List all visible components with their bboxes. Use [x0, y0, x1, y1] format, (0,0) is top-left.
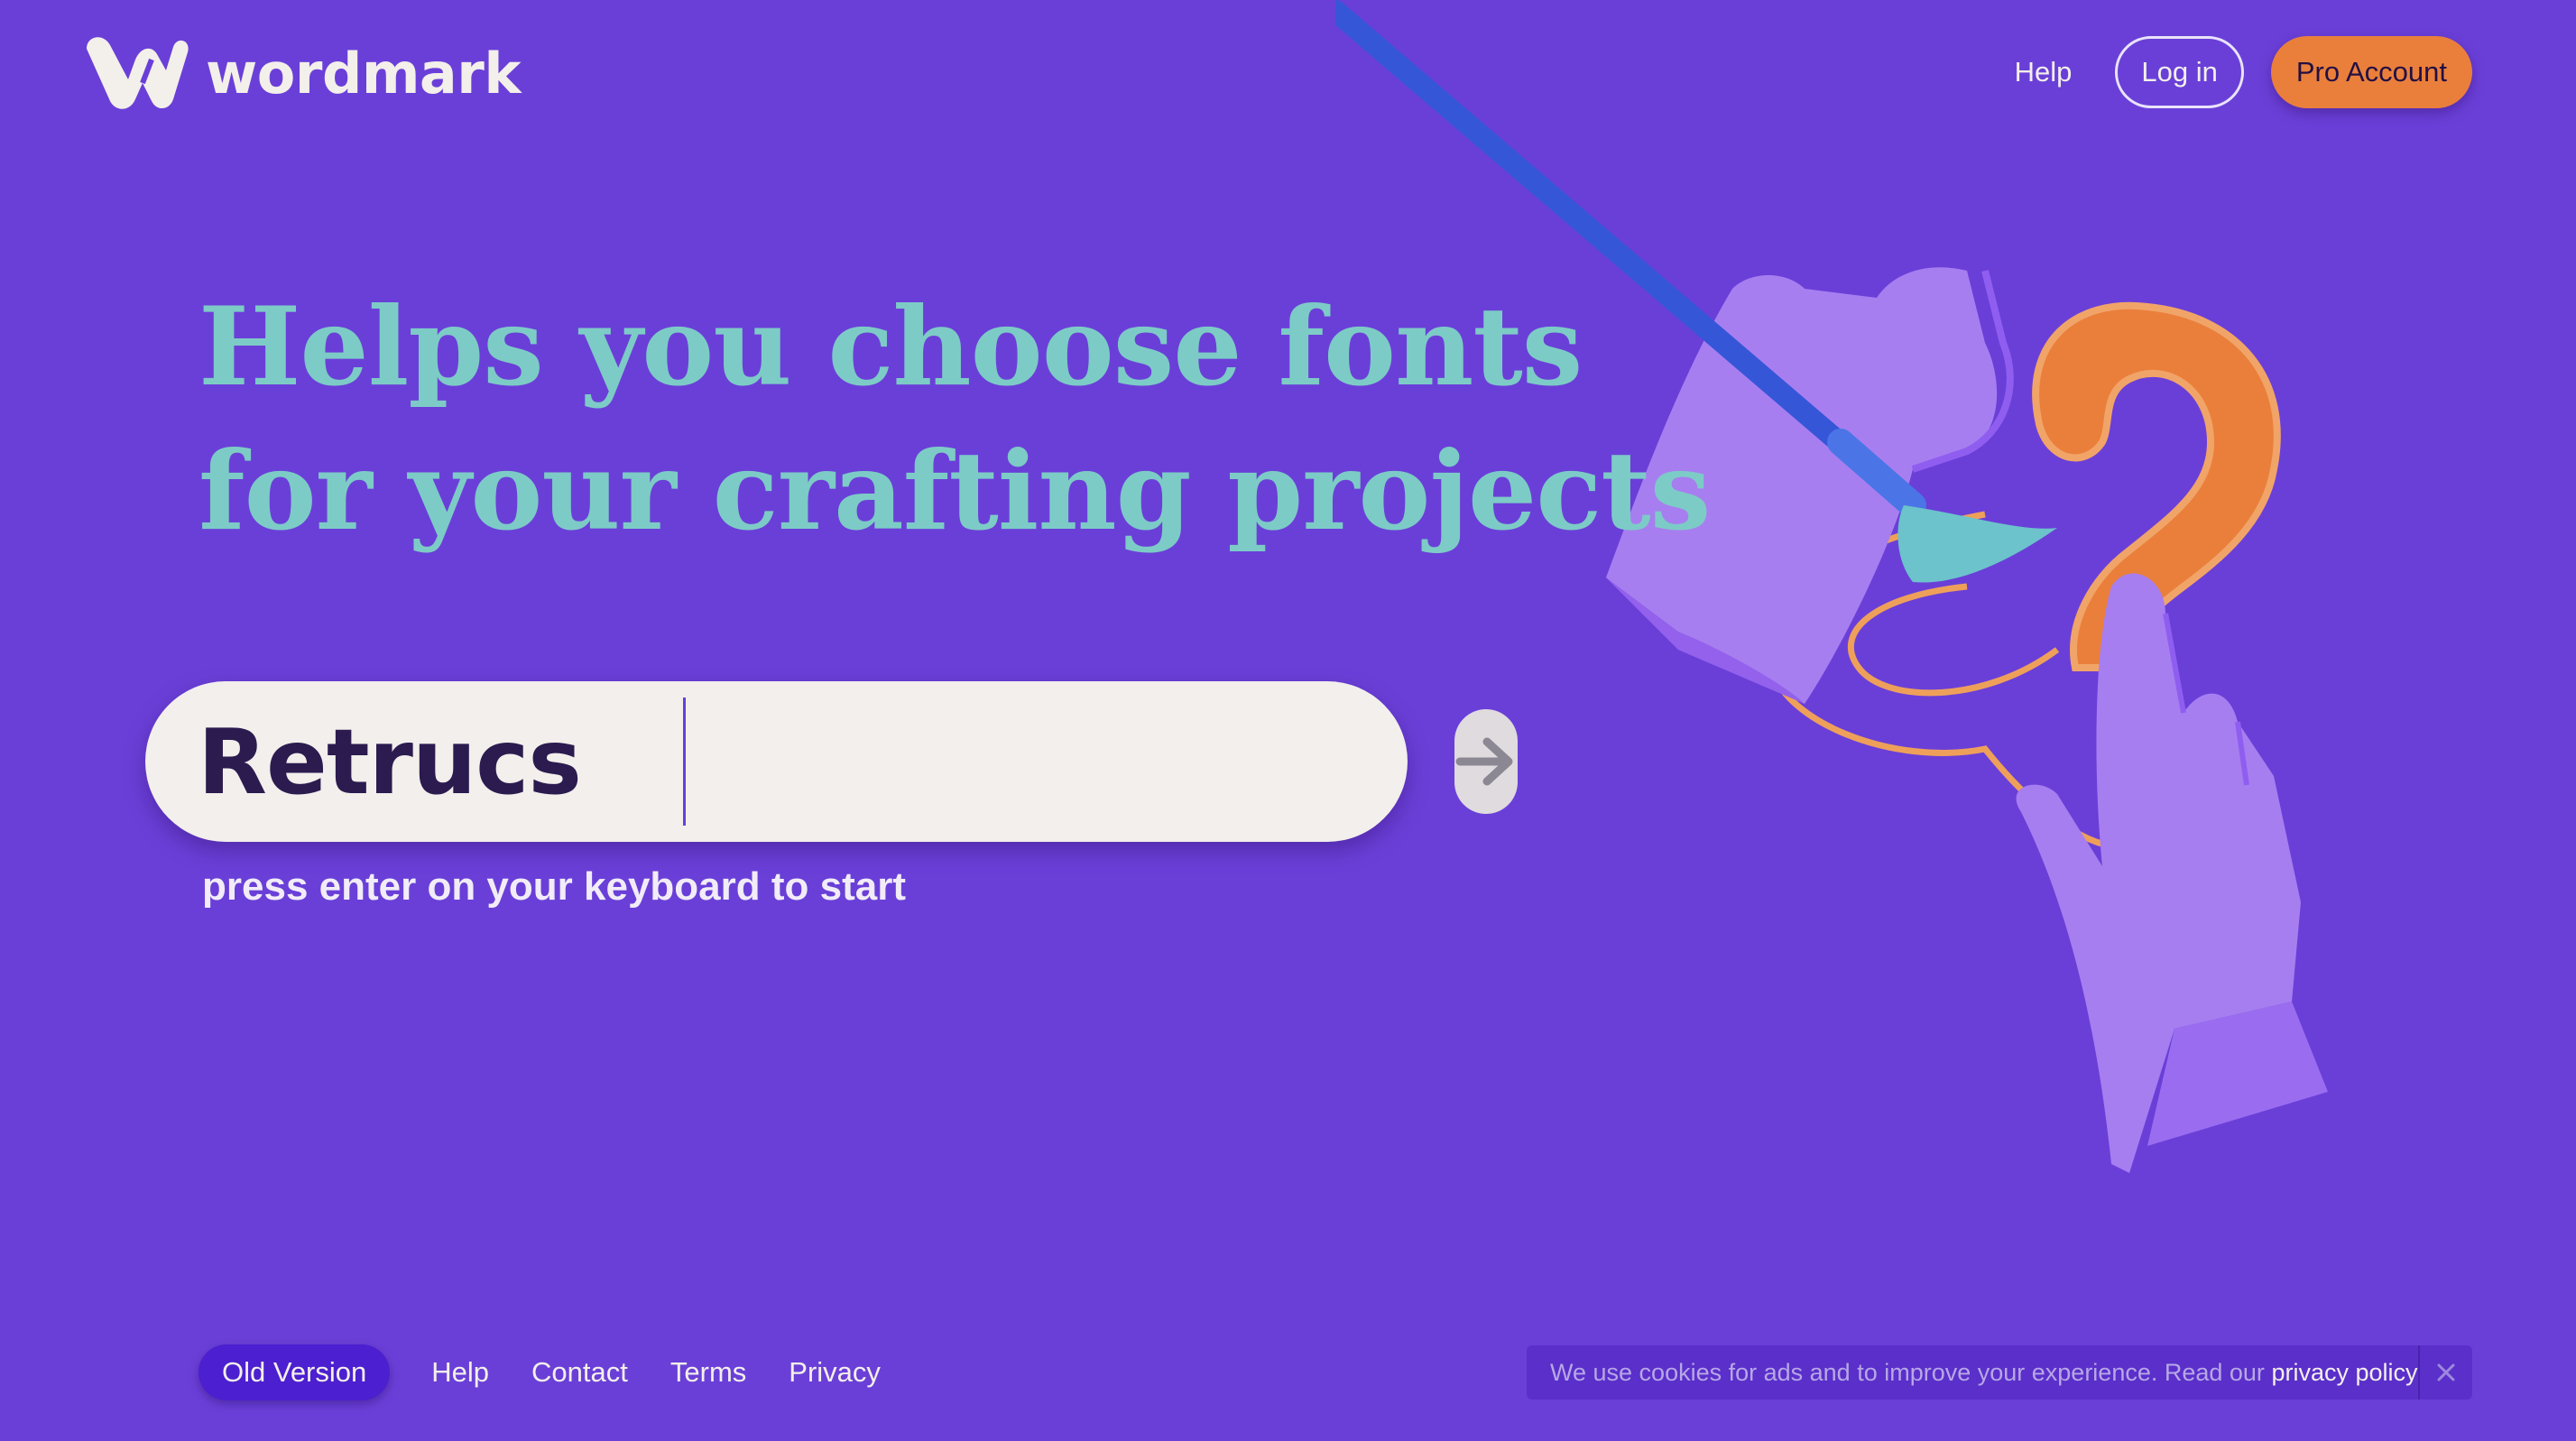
- wordmark-logo-icon: [87, 37, 189, 109]
- footer-contact-link[interactable]: Contact: [531, 1356, 628, 1389]
- headline-line-1: Helps you choose fonts: [199, 283, 1583, 411]
- hero-headline: Helps you choose fonts for your crafting…: [199, 275, 1711, 564]
- page: wordmark Help Log in Pro Account Helps y…: [0, 0, 2576, 1441]
- font-preview-search-box: [145, 681, 1518, 842]
- preview-text-input[interactable]: [198, 698, 1454, 825]
- arrow-right-icon: [1455, 737, 1513, 786]
- search-hint: press enter on your keyboard to start: [202, 864, 906, 909]
- footer: Old Version Help Contact Terms Privacy: [199, 1344, 881, 1400]
- text-caret: [683, 697, 686, 826]
- footer-help-link[interactable]: Help: [431, 1356, 489, 1389]
- hands-painting-illustration: [1335, 0, 2328, 1173]
- privacy-policy-link[interactable]: privacy policy: [2271, 1359, 2417, 1386]
- footer-privacy-link[interactable]: Privacy: [789, 1356, 881, 1389]
- headline-line-2: for your crafting projects: [199, 428, 1711, 555]
- cookie-close-button[interactable]: [2418, 1345, 2472, 1399]
- close-icon: [2437, 1363, 2455, 1381]
- old-version-button[interactable]: Old Version: [199, 1344, 391, 1400]
- cookie-banner: We use cookies for ads and to improve yo…: [1527, 1345, 2472, 1399]
- footer-terms-link[interactable]: Terms: [670, 1356, 746, 1389]
- submit-button[interactable]: [1454, 709, 1518, 814]
- cookie-message: We use cookies for ads and to improve yo…: [1550, 1358, 2272, 1386]
- logo[interactable]: wordmark: [79, 32, 522, 114]
- cookie-text: We use cookies for ads and to improve yo…: [1527, 1359, 2418, 1387]
- logo-text: wordmark: [206, 40, 522, 106]
